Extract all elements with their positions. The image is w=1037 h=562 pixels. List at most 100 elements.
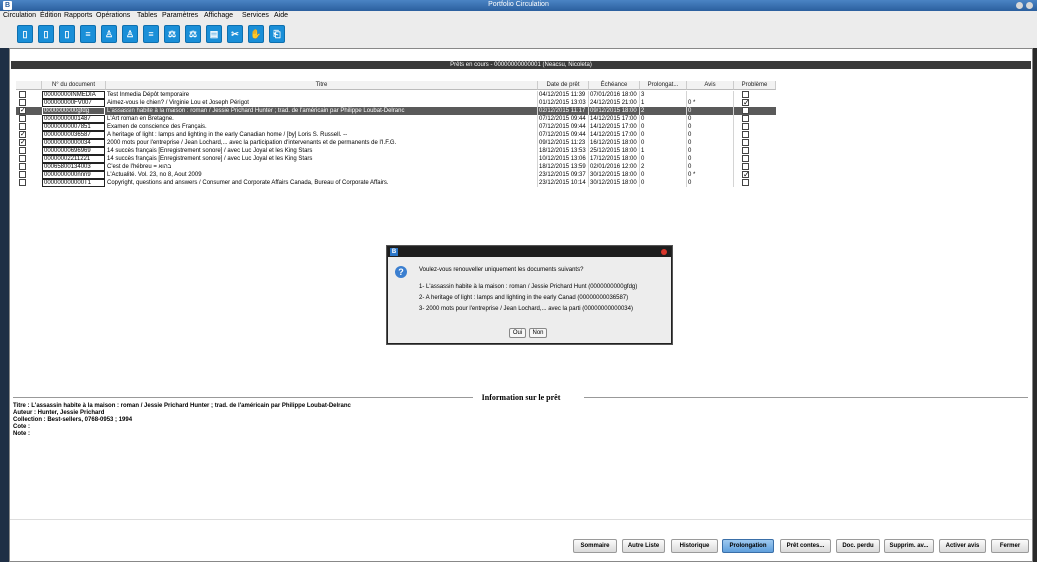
- problem-checkbox[interactable]: [742, 107, 749, 114]
- document-number-cell[interactable]: 000000000000T1: [42, 179, 105, 187]
- pret-contes-button[interactable]: Prêt contes...: [780, 539, 831, 553]
- problem-checkbox[interactable]: [742, 123, 749, 130]
- due-cell: 16/12/2015 18:00: [589, 139, 640, 147]
- table-row[interactable]: 000000000000T1 Copyright, questions and a…: [16, 179, 776, 187]
- row-checkbox[interactable]: [19, 115, 26, 122]
- document-number-cell[interactable]: 00000000007851: [42, 123, 105, 131]
- menu-tables[interactable]: Tables: [137, 12, 157, 19]
- row-checkbox[interactable]: ✓: [19, 131, 26, 138]
- document-number-cell[interactable]: 00000000000034: [42, 139, 105, 147]
- activer-avis-button[interactable]: Activer avis: [939, 539, 986, 553]
- problem-checkbox[interactable]: [742, 115, 749, 122]
- row-checkbox[interactable]: [19, 155, 26, 162]
- row-checkbox[interactable]: [19, 163, 26, 170]
- document-number-cell[interactable]: 00000000001487: [42, 115, 105, 123]
- doc-icon[interactable]: ▯: [59, 25, 75, 43]
- table-row[interactable]: ✓ 0000000000gfdg L'assassin habite à la ma…: [16, 107, 776, 115]
- problem-checkbox[interactable]: ✓: [742, 99, 750, 107]
- renewals-cell: 2: [640, 163, 687, 171]
- table-row[interactable]: 00000000696969 14 succès français [Enregi…: [16, 147, 776, 155]
- menu-aide[interactable]: Aide: [274, 12, 288, 19]
- renewals-cell: 0: [640, 131, 687, 139]
- document-number-cell[interactable]: 00000000INMEDIA: [42, 91, 105, 99]
- col-header-check[interactable]: [16, 81, 42, 90]
- menu-edition[interactable]: Édition: [40, 12, 61, 19]
- fermer-button[interactable]: Fermer: [991, 539, 1029, 553]
- document-number-cell[interactable]: 0000000000gfdg: [42, 107, 105, 115]
- doc-perdu-button[interactable]: Doc. perdu: [836, 539, 880, 553]
- row-checkbox[interactable]: [19, 123, 26, 130]
- person-icon[interactable]: ♙: [122, 25, 138, 43]
- table-row[interactable]: 0000000000nnn9 L'Actualité. Vol. 23, no 8…: [16, 171, 776, 179]
- col-header-notice[interactable]: Avis: [687, 81, 734, 90]
- document-number-cell[interactable]: 00000002211221: [42, 155, 105, 163]
- hand-icon[interactable]: ✋: [248, 25, 264, 43]
- problem-checkbox[interactable]: [742, 179, 749, 186]
- menu-affichage[interactable]: Affichage: [204, 12, 233, 19]
- col-header-renewals[interactable]: Prolongat...: [640, 81, 687, 90]
- supprim-av-button[interactable]: Supprim. av...: [884, 539, 934, 553]
- document-number-cell[interactable]: 0000000000nnn9: [42, 171, 105, 179]
- doc-icon[interactable]: ▯: [38, 25, 54, 43]
- col-header-title[interactable]: Titre: [106, 81, 538, 90]
- table-row[interactable]: 00000000INMEDIA Test Inmedia Dépôt tempor…: [16, 91, 776, 99]
- col-header-problem[interactable]: Problème: [734, 81, 776, 90]
- historique-button[interactable]: Historique: [671, 539, 718, 553]
- renewals-cell: 0: [640, 139, 687, 147]
- row-checkbox[interactable]: [19, 91, 26, 98]
- due-cell: 02/01/2016 12:00: [589, 163, 640, 171]
- dialog-close-icon[interactable]: [661, 249, 667, 255]
- no-button[interactable]: Non: [529, 328, 547, 338]
- problem-checkbox[interactable]: ✓: [742, 171, 750, 179]
- row-checkbox[interactable]: [19, 147, 26, 154]
- col-header-document[interactable]: N° du document: [42, 81, 106, 90]
- close-window-button[interactable]: [1026, 2, 1033, 9]
- document-number-cell[interactable]: 00065800134003: [42, 163, 105, 171]
- tool-icon[interactable]: ⚖: [164, 25, 180, 43]
- doc-icon[interactable]: ▤: [206, 25, 222, 43]
- problem-checkbox[interactable]: [742, 155, 749, 162]
- document-number-cell[interactable]: 00000000696969: [42, 147, 105, 155]
- problem-checkbox[interactable]: [742, 91, 749, 98]
- menu-operations[interactable]: Opérations: [96, 12, 130, 19]
- document-number-cell[interactable]: 00000000036587: [42, 131, 105, 139]
- table-row[interactable]: ✓ 00000000036587 A heritage of light : lam…: [16, 131, 776, 139]
- autre-liste-button[interactable]: Autre Liste: [622, 539, 665, 553]
- table-row[interactable]: ✓ 00000000000034 2000 mots pour l'entrepri…: [16, 139, 776, 147]
- problem-checkbox[interactable]: [742, 139, 749, 146]
- loan-date-cell: 23/12/2015 10:14: [538, 179, 589, 187]
- problem-checkbox[interactable]: [742, 163, 749, 170]
- minimize-button[interactable]: [1016, 2, 1023, 9]
- row-checkbox[interactable]: [19, 99, 26, 106]
- table-row[interactable]: 00000002211221 14 succès français [Enregi…: [16, 155, 776, 163]
- sommaire-button[interactable]: Sommaire: [573, 539, 617, 553]
- yes-button[interactable]: Oui: [509, 328, 526, 338]
- list-icon[interactable]: ≡: [80, 25, 96, 43]
- table-row[interactable]: 00000000007851 Examen de conscience des F…: [16, 123, 776, 131]
- problem-checkbox[interactable]: [742, 147, 749, 154]
- scissors-icon[interactable]: ✂: [227, 25, 243, 43]
- person-icon[interactable]: ♙: [101, 25, 117, 43]
- table-row[interactable]: 000000000FV007 Aimez-vous le chien? / Vir…: [16, 99, 776, 107]
- problem-checkbox[interactable]: [742, 131, 749, 138]
- return-icon[interactable]: ⎗: [269, 25, 285, 43]
- table-row[interactable]: 00000000001487 L'Art roman en Bretagne. 07…: [16, 115, 776, 123]
- prolongation-button[interactable]: Prolongation: [722, 539, 774, 553]
- menu-circulation[interactable]: Circulation: [3, 12, 36, 19]
- notice-cell: 0: [687, 123, 734, 131]
- col-header-due[interactable]: Échéance: [589, 81, 640, 90]
- tool-icon[interactable]: ⚖: [185, 25, 201, 43]
- dialog-item: 2- A heritage of light : lamps and light…: [419, 295, 629, 301]
- doc-icon[interactable]: ▯: [17, 25, 33, 43]
- row-checkbox[interactable]: [19, 171, 26, 178]
- row-checkbox[interactable]: ✓: [19, 139, 26, 146]
- menu-services[interactable]: Services: [242, 12, 269, 19]
- menu-parametres[interactable]: Paramètres: [162, 12, 198, 19]
- menu-rapports[interactable]: Rapports: [64, 12, 92, 19]
- list-icon[interactable]: ≡: [143, 25, 159, 43]
- table-row[interactable]: 00065800134003 C'est de l'hébreu = בהוא 18…: [16, 163, 776, 171]
- row-checkbox[interactable]: ✓: [19, 107, 26, 114]
- row-checkbox[interactable]: [19, 179, 26, 186]
- document-number-cell[interactable]: 000000000FV007: [42, 99, 105, 107]
- col-header-loan-date[interactable]: Date de prêt: [538, 81, 589, 90]
